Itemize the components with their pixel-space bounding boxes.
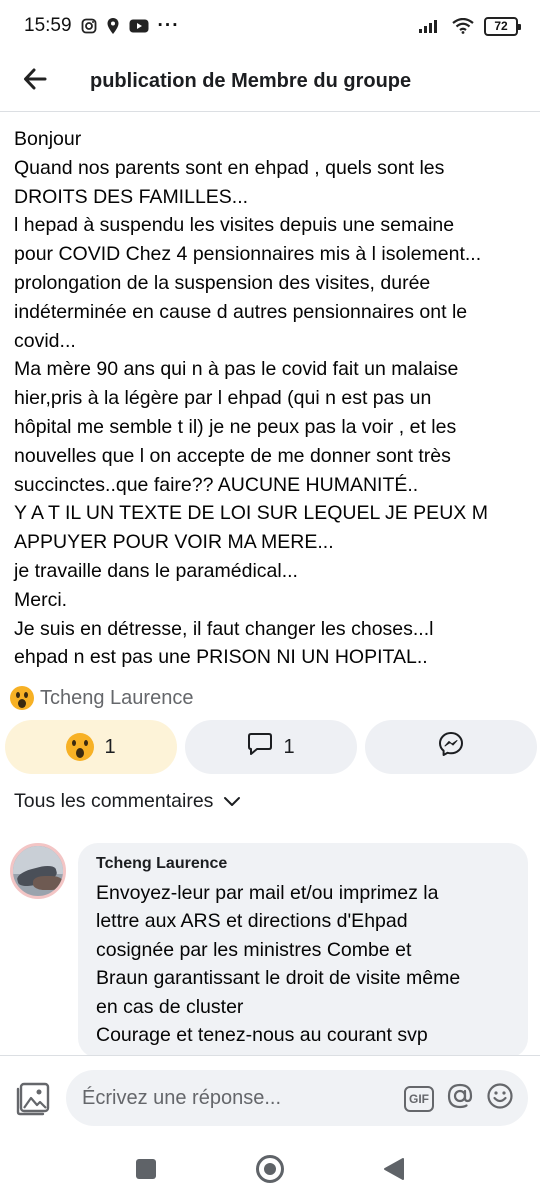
gif-button[interactable]: GIF (404, 1086, 434, 1112)
reply-bar: Écrivez une réponse... GIF (0, 1055, 540, 1143)
wow-count: 1 (104, 735, 116, 758)
photo-button[interactable] (15, 1081, 51, 1117)
reactions-summary[interactable]: Tcheng Laurence (10, 686, 193, 710)
post-line: Y A T IL UN TEXTE DE LOI SUR LEQUEL JE P… (14, 502, 488, 525)
post-line: succinctes..que faire?? AUCUNE HUMANITÉ.… (14, 473, 419, 496)
signal-icon (418, 18, 442, 34)
post-line: DROITS DES FAMILLES... (14, 185, 249, 208)
post-line: Bonjour (14, 128, 82, 150)
system-nav-bar (0, 1143, 540, 1200)
messenger-icon (438, 731, 464, 763)
home-button[interactable] (208, 1154, 332, 1189)
messenger-share-button[interactable] (365, 720, 537, 774)
comments-filter-dropdown[interactable]: Tous les commentaires (14, 790, 241, 813)
home-circle-icon (255, 1154, 285, 1189)
post-line: hôpital me semble t il) je ne peux pas l… (14, 415, 457, 438)
comment-line: Courage et tenez-nous au courant svp (96, 1024, 428, 1047)
post-line: indéterminée en cause d autres pensionna… (14, 300, 468, 323)
wow-reaction-icon (66, 733, 95, 761)
reply-placeholder: Écrivez une réponse... (82, 1086, 281, 1109)
wow-reaction-icon (10, 686, 34, 710)
post-line: pour COVID Chez 4 pensionnaires mis à l … (14, 243, 482, 266)
post-body: Bonjour Quand nos parents sont en ehpad … (14, 125, 534, 672)
comment-bubble[interactable]: Tcheng Laurence Envoyez-leur par mail et… (78, 843, 528, 1058)
arrow-left-icon (23, 68, 47, 95)
battery-icon: 72 (484, 16, 521, 36)
emoji-smile-icon[interactable] (486, 1082, 514, 1116)
location-icon (106, 17, 120, 35)
reply-input[interactable]: Écrivez une réponse... GIF (66, 1070, 528, 1126)
comment-line: cosignée par les ministres Combe et (96, 938, 412, 961)
square-icon (135, 1158, 157, 1185)
page-title: publication de Membre du groupe (90, 70, 412, 92)
reactor-name: Tcheng Laurence (40, 686, 194, 709)
wow-reaction-button[interactable]: 1 (5, 720, 177, 774)
status-more: ··· (157, 15, 180, 36)
post-line: l hepad à suspendu les visites depuis un… (14, 214, 455, 237)
photo-icon (15, 1082, 51, 1121)
comment-icon (247, 732, 273, 762)
recents-button[interactable] (84, 1158, 208, 1185)
post-line: Quand nos parents sont en ehpad , quels … (14, 156, 445, 179)
post-line: je travaille dans le paramédical... (14, 559, 298, 582)
system-back-button[interactable] (332, 1157, 456, 1186)
header: publication de Membre du groupe (0, 52, 540, 112)
post-actions: 1 1 (5, 720, 537, 774)
mention-icon[interactable] (446, 1082, 474, 1116)
post-line: ehpad n est pas une PRISON NI UN HOPITAL… (14, 646, 428, 669)
triangle-back-icon (383, 1157, 405, 1186)
post-line: hier,pris à la légère par l ehpad (qui n… (14, 387, 432, 410)
avatar[interactable] (10, 843, 66, 899)
youtube-icon (129, 18, 149, 34)
comment-line: lettre aux ARS et directions d'Ehpad (96, 910, 408, 933)
comment-button[interactable]: 1 (185, 720, 357, 774)
wifi-icon (452, 18, 474, 34)
battery-level: 72 (494, 19, 508, 33)
comment-line: Envoyez-leur par mail et/ou imprimez la (96, 882, 439, 904)
comments-filter-label: Tous les commentaires (14, 790, 214, 812)
status-bar: 15:59 ··· 72 (0, 0, 540, 52)
comment-count: 1 (283, 735, 295, 758)
post-line: covid... (14, 329, 76, 352)
post-line: nouvelles que l on accepte de me donner … (14, 444, 451, 467)
back-button[interactable] (0, 52, 70, 112)
comment-line: Braun garantissant le droit de visite mê… (96, 967, 461, 990)
comment-line: en cas de cluster (96, 995, 244, 1018)
post-line: prolongation de la suspension des visite… (14, 271, 431, 294)
comment-author[interactable]: Tcheng Laurence (96, 855, 512, 873)
post-line: Ma mère 90 ans qui n à pas le covid fait… (14, 358, 459, 381)
post-line: Merci. (14, 588, 68, 611)
comment-item: Tcheng Laurence Envoyez-leur par mail et… (10, 843, 528, 1058)
post-line: APPUYER POUR VOIR MA MERE... (14, 531, 334, 554)
status-time: 15:59 (24, 15, 72, 36)
gif-label: GIF (409, 1092, 429, 1106)
instagram-icon (81, 18, 97, 34)
chevron-down-icon (223, 790, 241, 813)
post-line: Je suis en détresse, il faut changer les… (14, 617, 434, 640)
